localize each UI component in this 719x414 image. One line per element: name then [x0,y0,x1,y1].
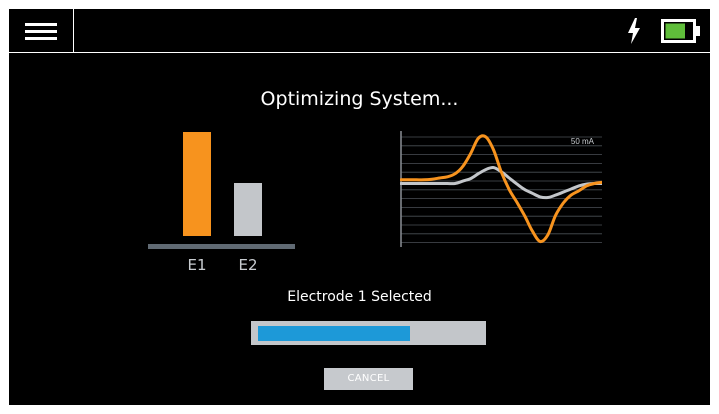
bar-baseline [148,244,295,249]
page-title: Optimizing System... [260,88,459,110]
lightning-bolt-icon [628,18,640,44]
electrode-1-bar [183,132,211,236]
device-screen: Optimizing System... E1 E2 50 mA Electro… [9,9,710,405]
hamburger-menu-icon-bar [25,37,57,40]
battery-icon [661,19,700,43]
electrode-1-label: E1 [187,256,207,274]
electrode-2-bar [234,183,262,236]
hamburger-menu-icon-bar [25,30,57,33]
signal-waveform-plot: 50 mA [400,131,602,247]
plot-scale-label: 50 mA [571,137,595,146]
cancel-button[interactable]: CANCEL [324,368,413,390]
electrode-2-label: E2 [238,256,258,274]
hamburger-menu-icon [25,23,57,26]
progress-bar [251,321,486,345]
plot-lines [400,134,602,244]
top-bar [9,9,710,53]
status-text: Electrode 1 Selected [287,289,432,305]
battery-level-fill [665,23,685,39]
menu-button[interactable] [9,9,74,53]
progress-fill [258,326,410,341]
